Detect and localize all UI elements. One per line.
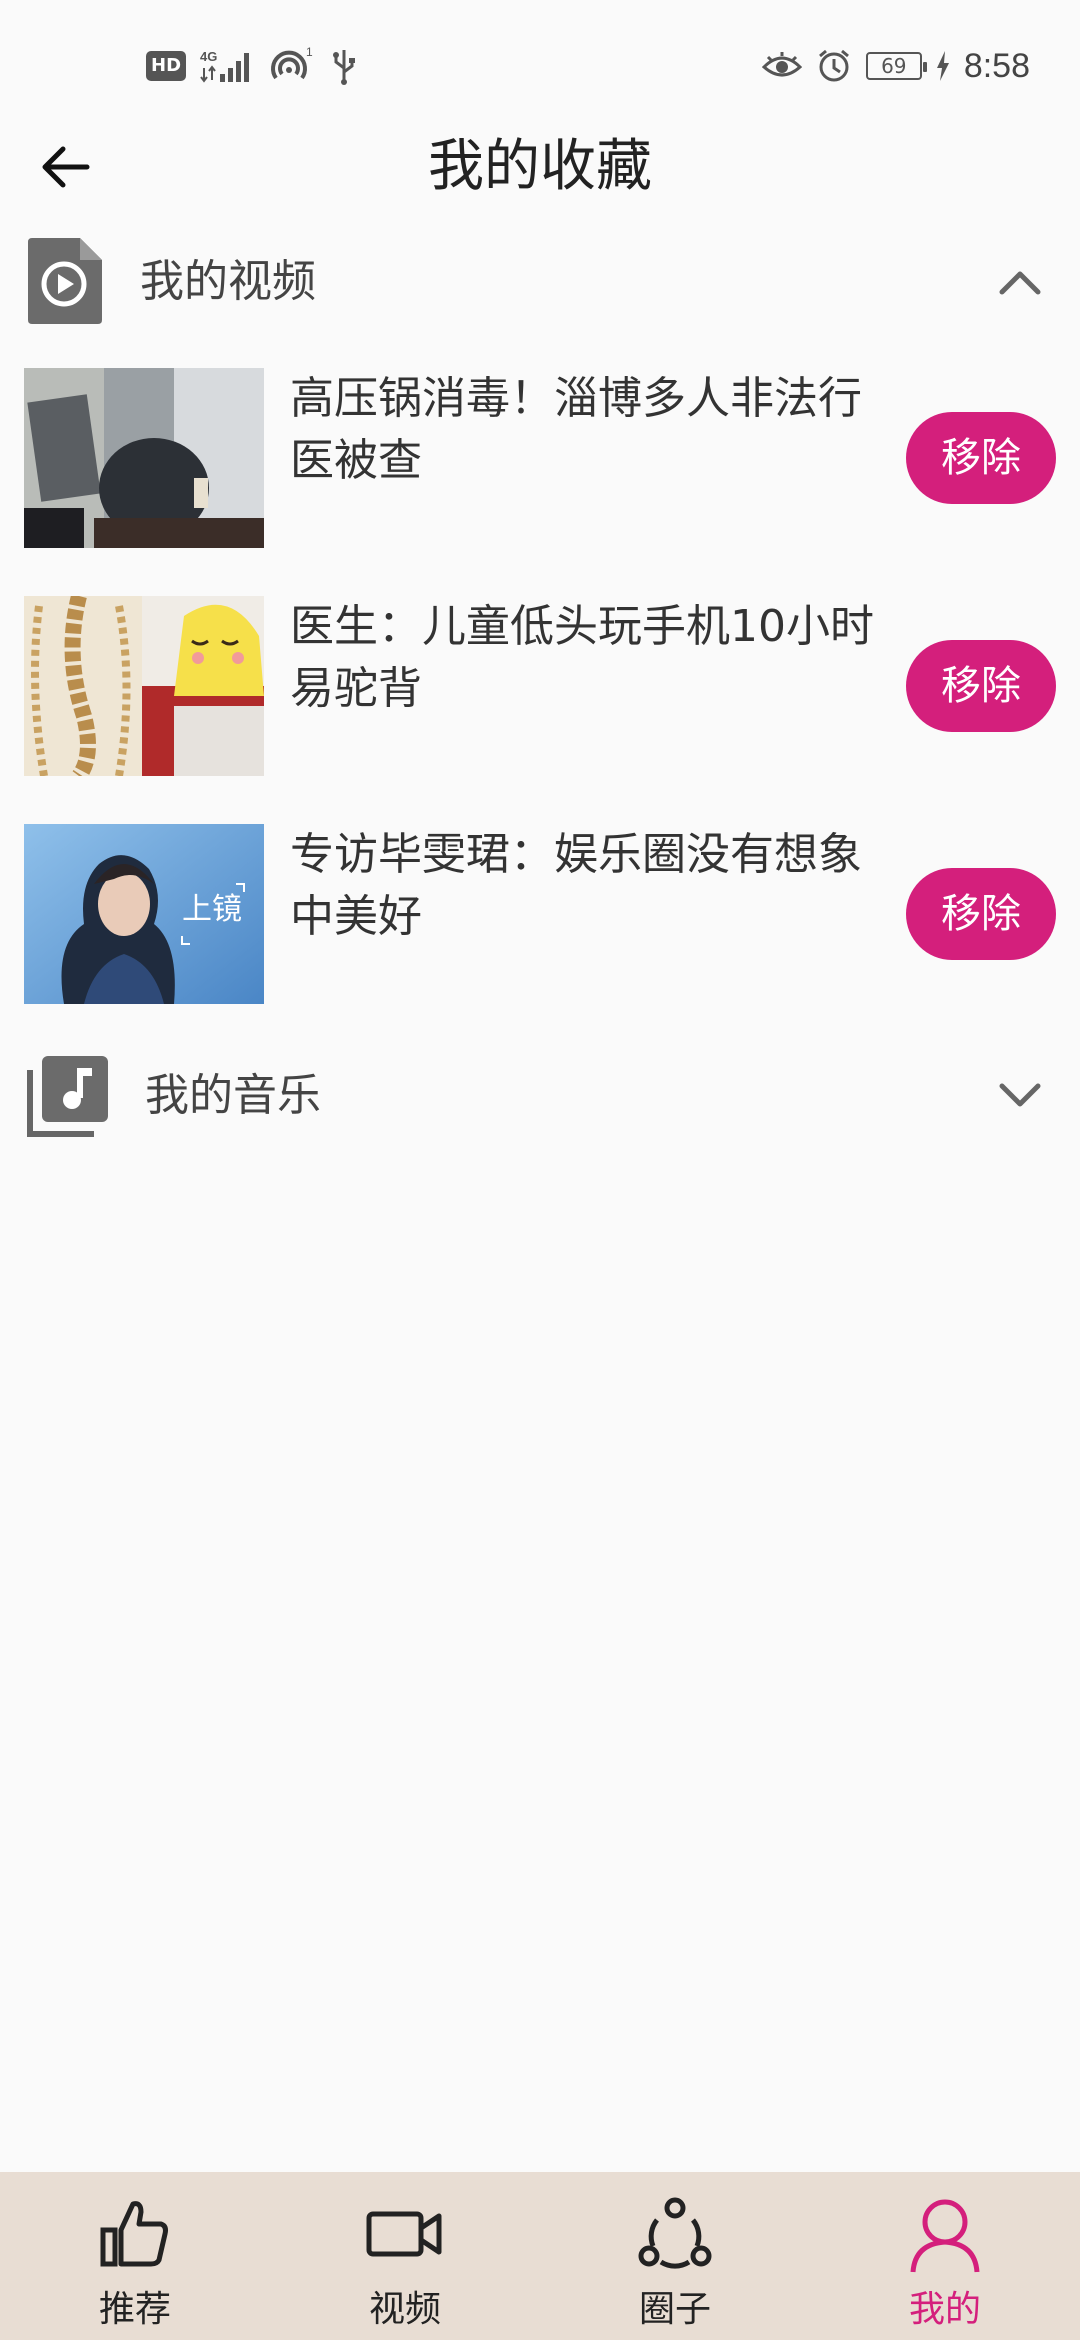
hd-badge: HD	[146, 51, 187, 81]
chevron-up-icon	[999, 271, 1041, 295]
collapse-button-videos[interactable]	[980, 242, 1060, 322]
video-item[interactable]: 高压锅消毒！淄博多人非法行医被查 移除	[0, 368, 1080, 548]
section-title-music: 我的音乐	[145, 1070, 321, 1121]
section-header-music[interactable]: 我的音乐	[0, 1046, 1080, 1146]
title-bar: 我的收藏	[0, 120, 1080, 210]
nav-label: 视频	[368, 2289, 441, 2330]
chevron-down-icon	[999, 1083, 1041, 1107]
nav-label: 我的	[908, 2289, 981, 2330]
hotspot-icon: 1	[270, 46, 316, 86]
section-title-videos: 我的视频	[140, 256, 316, 307]
expand-button-music[interactable]	[980, 1056, 1060, 1136]
music-library-icon	[26, 1054, 108, 1144]
status-bar: HD 4G 1 69 8:58	[0, 0, 1080, 130]
bottom-navigation: 推荐 视频 圈子 我的	[0, 2172, 1080, 2340]
video-title: 高压锅消毒！淄博多人非法行医被查	[290, 373, 862, 486]
signal-icon: 4G	[200, 48, 256, 84]
video-title: 医生：儿童低头玩手机10小时易驼背	[290, 601, 874, 714]
thumbs-up-icon	[95, 2194, 175, 2274]
person-icon	[905, 2194, 985, 2274]
thumbnail-overlay-text: 上镜	[182, 892, 242, 927]
alarm-icon	[816, 48, 852, 84]
svg-text:上镜: 上镜	[182, 892, 242, 927]
video-item[interactable]: 上镜 专访毕雯珺：娱乐圈没有想象中美好 移除	[0, 824, 1080, 1004]
remove-button[interactable]: 移除	[906, 640, 1056, 732]
nav-label: 圈子	[638, 2289, 711, 2330]
video-title: 专访毕雯珺：娱乐圈没有想象中美好	[290, 829, 862, 942]
video-thumbnail[interactable]	[24, 596, 264, 776]
nav-item-circle[interactable]: 圈子	[540, 2172, 810, 2340]
svg-text:4G: 4G	[200, 49, 217, 64]
nav-item-video[interactable]: 视频	[270, 2172, 540, 2340]
remove-button[interactable]: 移除	[906, 412, 1056, 504]
usb-icon	[330, 46, 358, 86]
video-thumbnail[interactable]	[24, 368, 264, 548]
clock: 8:58	[963, 46, 1030, 85]
circle-share-icon	[635, 2194, 715, 2274]
eye-comfort-icon	[761, 51, 802, 81]
nav-item-mine[interactable]: 我的	[810, 2172, 1080, 2340]
section-header-videos[interactable]: 我的视频	[0, 232, 1080, 332]
video-item[interactable]: 医生：儿童低头玩手机10小时易驼背 移除	[0, 596, 1080, 776]
nav-item-recommend[interactable]: 推荐	[0, 2172, 270, 2340]
page-title: 我的收藏	[428, 134, 652, 199]
status-bar-right: 69 8:58	[761, 44, 1030, 88]
charging-icon	[936, 51, 950, 81]
hotspot-count: 1	[306, 46, 313, 59]
status-bar-left: HD 4G 1	[146, 44, 358, 88]
battery-indicator: 69	[865, 52, 927, 80]
nav-label: 推荐	[98, 2289, 171, 2330]
video-file-icon	[26, 236, 106, 326]
video-thumbnail[interactable]: 上镜	[24, 824, 264, 1004]
remove-button[interactable]: 移除	[906, 868, 1056, 960]
video-camera-icon	[365, 2194, 445, 2274]
